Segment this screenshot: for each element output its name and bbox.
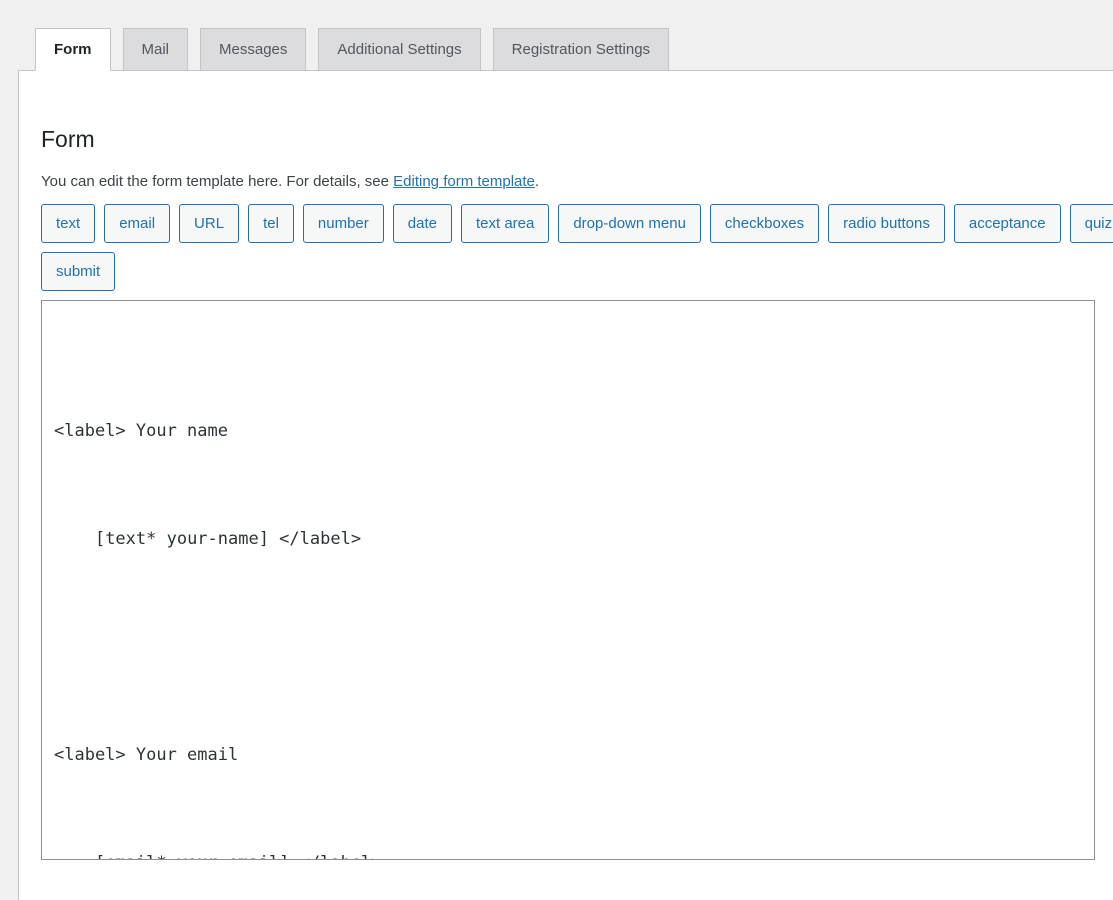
tag-button-text[interactable]: text: [41, 204, 95, 243]
tab-mail[interactable]: Mail: [123, 28, 189, 71]
form-template-editor[interactable]: <label> Your name [text* your-name] </la…: [41, 300, 1095, 860]
tag-button-email[interactable]: email: [104, 204, 170, 243]
tag-button-acceptance[interactable]: acceptance: [954, 204, 1061, 243]
code-line: <label> Your name: [54, 418, 1082, 445]
tag-button-date[interactable]: date: [393, 204, 452, 243]
tag-button-radio-buttons[interactable]: radio buttons: [828, 204, 945, 243]
page-title: Form: [41, 71, 1113, 155]
tag-button-checkboxes[interactable]: checkboxes: [710, 204, 819, 243]
tab-registration-settings[interactable]: Registration Settings: [493, 28, 669, 71]
tag-button-url[interactable]: URL: [179, 204, 239, 243]
code-line: [email* your-email] </label>: [54, 850, 1082, 860]
form-panel: Form You can edit the form template here…: [18, 70, 1113, 900]
code-text: <label> Your email: [54, 742, 238, 769]
tag-button-quiz[interactable]: quiz: [1070, 204, 1113, 243]
code-text: [text* your-name] </label>: [95, 526, 361, 553]
editor-description: You can edit the form template here. For…: [41, 173, 1113, 190]
description-text: You can edit the form template here. For…: [41, 173, 393, 190]
tab-additional-settings[interactable]: Additional Settings: [318, 28, 480, 71]
tab-messages[interactable]: Messages: [200, 28, 306, 71]
tag-button-text-area[interactable]: text area: [461, 204, 549, 243]
code-text: <label> Your name: [54, 418, 228, 445]
tag-button-number[interactable]: number: [303, 204, 384, 243]
editing-form-template-link[interactable]: Editing form template: [393, 173, 535, 190]
tag-button-submit[interactable]: submit: [41, 252, 115, 291]
tag-generator-row-2: submit: [41, 252, 1113, 291]
tab-bar: Form Mail Messages Additional Settings R…: [0, 0, 1113, 71]
tab-form[interactable]: Form: [35, 28, 111, 71]
code-text: [email* your-email] </label>: [95, 850, 382, 860]
tag-button-drop-down-menu[interactable]: drop-down menu: [558, 204, 701, 243]
description-suffix: .: [535, 173, 539, 190]
code-line: [text* your-name] </label>: [54, 526, 1082, 553]
code-line: [54, 634, 1082, 661]
code-indent: [54, 853, 95, 860]
tag-generator-row-1: text email URL tel number date text area…: [41, 204, 1113, 243]
tag-button-tel[interactable]: tel: [248, 204, 294, 243]
code-line: <label> Your email: [54, 742, 1082, 769]
code-indent: [54, 529, 95, 549]
